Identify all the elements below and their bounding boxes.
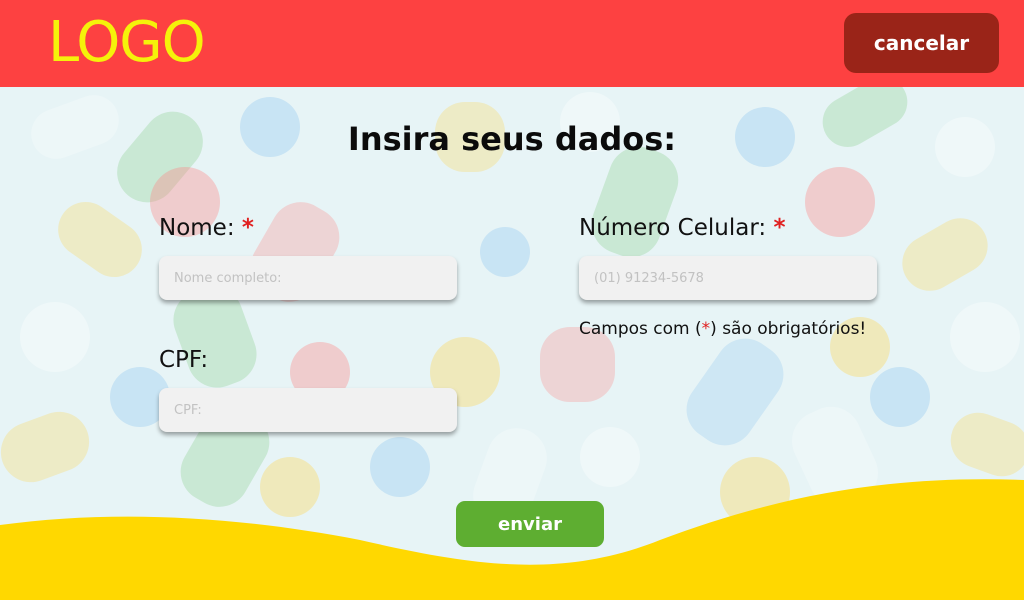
note-before: Campos com ( [579,319,702,339]
header-bar: LOGO cancelar [0,0,1024,87]
note-after: ) são obrigatórios! [710,319,867,339]
name-required-mark: * [241,215,254,241]
note-required-mark: * [701,319,711,339]
cpf-label-text: CPF: [159,347,209,373]
required-fields-note: Campos com (*) são obrigatórios! [579,319,866,339]
logo[interactable]: LOGO [48,10,206,76]
page-title: Insira seus dados: [347,120,677,158]
name-label: Nome: * [159,215,254,241]
submit-button[interactable]: enviar [456,501,604,547]
phone-label-text: Número Celular: [579,215,767,241]
name-label-text: Nome: [159,215,235,241]
phone-label: Número Celular: * [579,215,785,241]
name-input[interactable] [159,256,457,300]
phone-input[interactable] [579,256,877,300]
cancel-button[interactable]: cancelar [844,13,999,73]
phone-required-mark: * [773,215,786,241]
cpf-label: CPF: [159,347,208,373]
cpf-input[interactable] [159,388,457,432]
